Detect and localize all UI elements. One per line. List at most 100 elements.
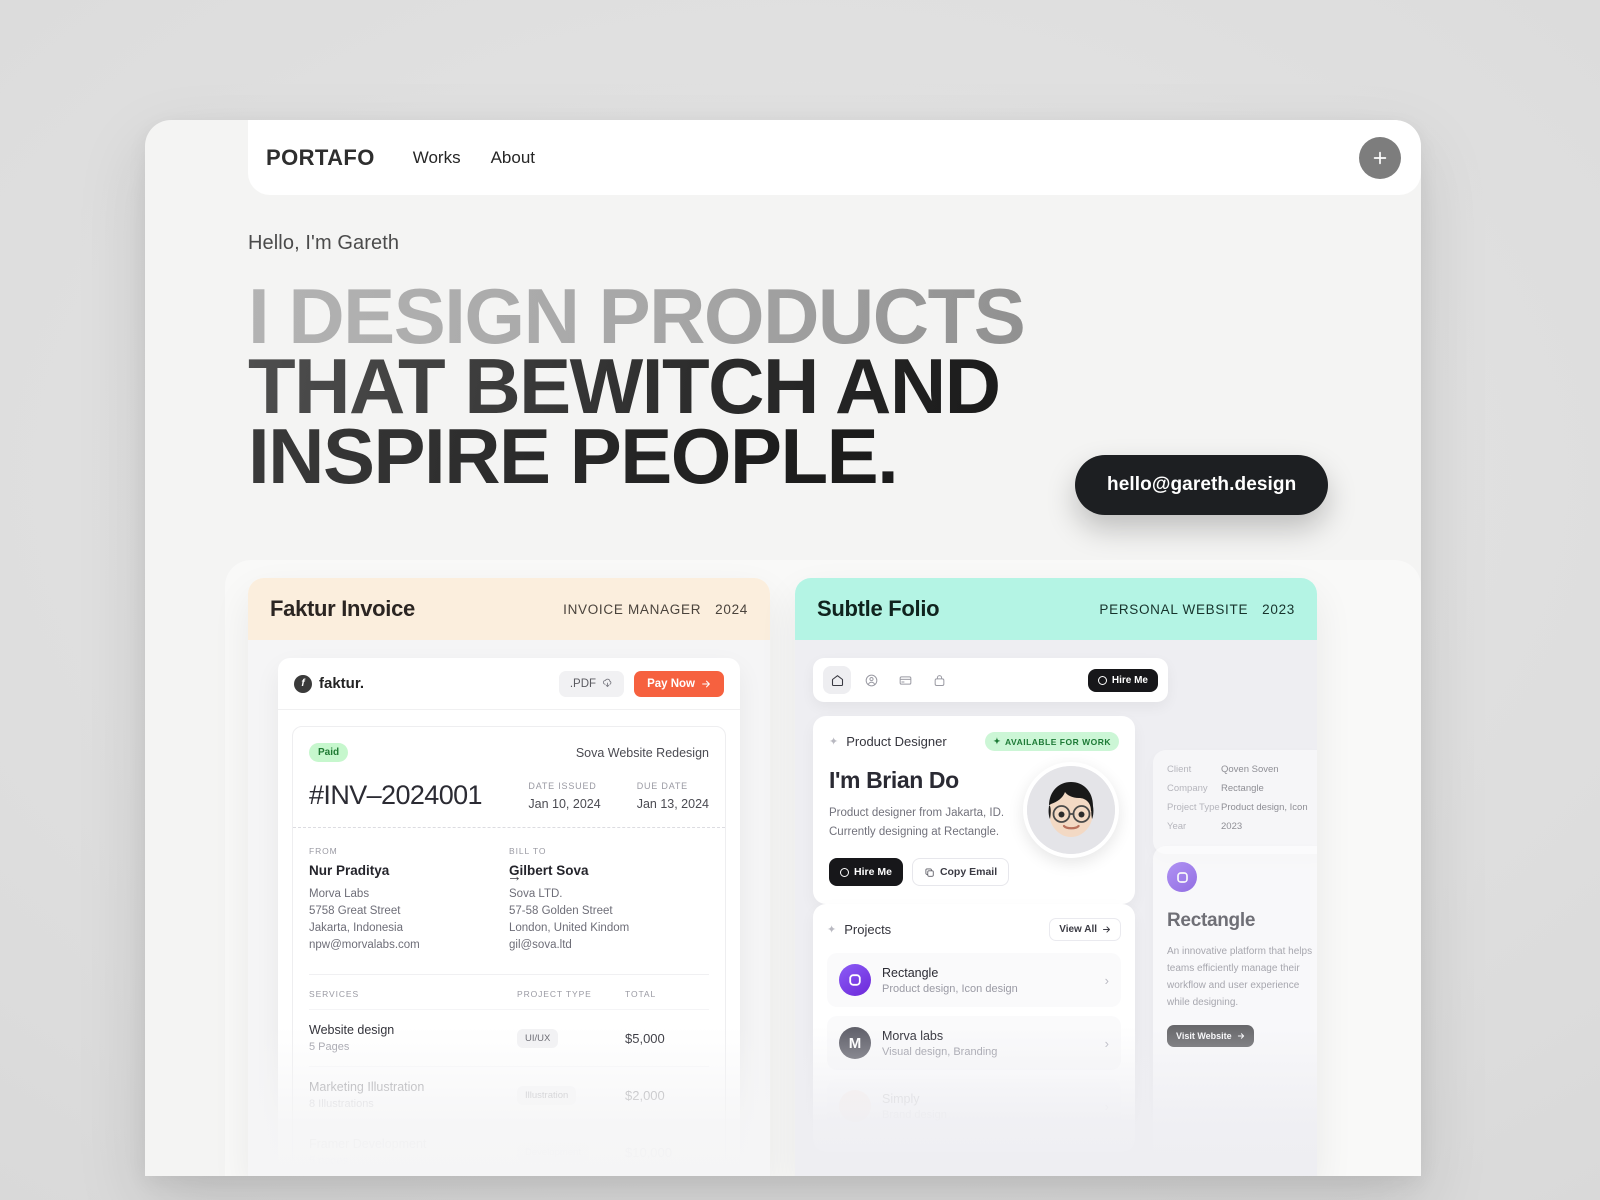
from-label: FROM xyxy=(309,846,338,856)
project-sub: Visual design, Branding xyxy=(882,1045,998,1058)
folio-hire-me-button[interactable]: Hire Me xyxy=(829,858,903,886)
invoice-dates: DATE ISSUED Jan 10, 2024 DUE DATE Jan 13… xyxy=(528,781,709,811)
services-table-header: SERVICES PROJECT TYPE TOTAL xyxy=(309,974,709,1009)
service-type-cell: UI/UX xyxy=(517,1028,625,1048)
list-item[interactable]: M Morva labs Visual design, Branding › xyxy=(827,1016,1121,1070)
view-all-button[interactable]: View All xyxy=(1049,918,1121,941)
folio-detail-meta-card: Client Qoven Soven Company Rectangle Pro… xyxy=(1153,750,1317,854)
meta-key: Company xyxy=(1167,783,1208,794)
export-pdf-button[interactable]: .PDF xyxy=(558,670,625,697)
meta-value: Rectangle xyxy=(1221,783,1264,794)
work-card-header: Faktur Invoice INVOICE MANAGER 2024 xyxy=(248,578,770,640)
work-card-category: PERSONAL WEBSITE xyxy=(1099,601,1249,617)
morva-logo-icon: M xyxy=(839,1027,871,1059)
add-button[interactable] xyxy=(1359,136,1401,179)
site-logo[interactable]: PORTAFO xyxy=(266,145,375,171)
from-line-1: Morva Labs xyxy=(309,888,370,900)
folio-app-mockup: Hire Me ✦ Product Designer ✦ AVAILABLE F… xyxy=(795,640,1317,1176)
table-row: Website design 5 Pages UI/UX $5,000 xyxy=(309,1009,709,1066)
meta-row: Client Qoven Soven xyxy=(1167,764,1315,775)
meta-key: Year xyxy=(1167,821,1187,832)
list-item[interactable]: Simply Brand design › xyxy=(827,1079,1121,1133)
service-sub: 8 Illustrations xyxy=(309,1098,374,1110)
list-item-text: Simply Brand design xyxy=(882,1092,947,1121)
from-line-4: npw@morvalabs.com xyxy=(309,939,420,951)
invoice-from-block: FROM Nur Praditya Morva Labs 5758 Great … xyxy=(309,846,509,954)
billto-line-4: gil@sova.ltd xyxy=(509,939,572,951)
chevron-right-icon: › xyxy=(1104,1098,1109,1114)
meta-key: Client xyxy=(1167,764,1192,775)
due-date-label: DUE DATE xyxy=(636,781,688,791)
folio-nav-profile[interactable] xyxy=(857,666,885,694)
simply-logo-icon xyxy=(839,1090,871,1122)
table-row: Framer Development 5 pages Development $… xyxy=(309,1123,709,1176)
folio-copy-email-button[interactable]: Copy Email xyxy=(911,858,1010,886)
app-window: PORTAFO Works About Hello, I'm Gareth I … xyxy=(145,120,1421,1176)
dot-icon xyxy=(1097,675,1107,685)
list-item[interactable]: Rectangle Product design, Icon design › xyxy=(827,953,1121,1007)
folio-projects-title: ✦ Projects xyxy=(827,922,891,937)
email-contact-button[interactable]: hello@gareth.design xyxy=(1075,455,1329,515)
billto-line-1: Sova LTD. xyxy=(509,888,563,900)
date-issued-value: Jan 10, 2024 xyxy=(528,797,601,811)
user-circle-icon xyxy=(865,674,877,686)
folio-profile-card: ✦ Product Designer ✦ AVAILABLE FOR WORK … xyxy=(813,716,1135,904)
invoice-number-row: #INV–2024001 DATE ISSUED Jan 10, 2024 DU… xyxy=(309,780,709,827)
top-navigation-bar: PORTAFO Works About xyxy=(248,120,1421,195)
plus-icon xyxy=(1373,151,1387,164)
billto-line-2: 57-58 Golden Street xyxy=(509,905,613,917)
rounded-square-icon xyxy=(1176,871,1188,883)
date-issued-label: DATE ISSUED xyxy=(528,781,597,791)
meta-value: Qoven Soven xyxy=(1221,764,1279,775)
service-type-cell: Development xyxy=(517,1142,625,1162)
work-card-preview: f faktur. .PDF Pay Now Paid Sova Website… xyxy=(248,640,770,1176)
export-pdf-label: .PDF xyxy=(569,677,597,690)
work-card-title: Faktur Invoice xyxy=(270,596,415,621)
service-cell: Framer Development 5 pages xyxy=(309,1137,517,1167)
service-total: $5,000 xyxy=(625,1030,665,1046)
rectangle-logo-icon xyxy=(1167,862,1197,892)
nav-link-about[interactable]: About xyxy=(491,148,535,168)
invoice-project-name: Sova Website Redesign xyxy=(575,745,709,760)
work-card-meta: PERSONAL WEBSITE 2023 xyxy=(1099,602,1295,617)
dot-icon xyxy=(840,867,849,877)
table-row: Marketing Illustration 8 Illustrations I… xyxy=(309,1066,709,1123)
chevron-right-icon: › xyxy=(1104,972,1109,988)
folio-hire-me-nav-button[interactable]: Hire Me xyxy=(1087,668,1158,692)
arrow-right-icon xyxy=(702,680,710,687)
sparkle-icon: ✦ xyxy=(827,924,837,936)
work-card-subtle-folio[interactable]: Subtle Folio PERSONAL WEBSITE 2023 Hire … xyxy=(795,578,1317,1176)
folio-nav-home[interactable] xyxy=(823,666,851,694)
service-type: Illustration xyxy=(517,1086,577,1105)
sparkle-icon: ✦ xyxy=(829,736,839,748)
arrow-right-icon xyxy=(1103,926,1110,933)
pay-now-button[interactable]: Pay Now xyxy=(634,670,724,697)
avatar xyxy=(1023,762,1119,858)
work-card-year: 2023 xyxy=(1262,601,1295,617)
folio-hire-me-nav-label: Hire Me xyxy=(1111,674,1148,686)
work-card-year: 2024 xyxy=(715,601,748,617)
folio-nav-work[interactable] xyxy=(891,666,919,694)
folio-projects-header: ✦ Projects View All xyxy=(827,918,1121,941)
rounded-square-icon xyxy=(849,974,861,986)
list-item-text: Rectangle Product design, Icon design xyxy=(882,966,1018,995)
date-issued-block: DATE ISSUED Jan 10, 2024 xyxy=(528,781,600,811)
view-all-label: View All xyxy=(1059,924,1097,935)
visit-website-label: Visit Website xyxy=(1176,1031,1232,1041)
billto-line-3: London, United Kindom xyxy=(509,922,630,934)
list-item-text: Morva labs Visual design, Branding xyxy=(882,1029,997,1058)
work-card-faktur-invoice[interactable]: Faktur Invoice INVOICE MANAGER 2024 f fa… xyxy=(248,578,770,1176)
home-icon xyxy=(831,674,843,686)
chevron-right-icon: › xyxy=(1104,1035,1109,1051)
due-date-value: Jan 13, 2024 xyxy=(636,797,709,811)
meta-value: 2023 xyxy=(1221,821,1243,832)
folio-nav-shop[interactable] xyxy=(925,666,953,694)
invoice-parties: FROM Nur Praditya Morva Labs 5758 Great … xyxy=(309,828,709,974)
meta-row: Project Type Product design, Icon xyxy=(1167,802,1315,813)
visit-website-button[interactable]: Visit Website xyxy=(1167,1025,1254,1047)
work-card-category: INVOICE MANAGER xyxy=(563,601,702,617)
folio-hire-me-label: Hire Me xyxy=(854,866,892,878)
invoice-sheet: Paid Sova Website Redesign #INV–2024001 … xyxy=(292,726,726,1176)
project-name: Morva labs xyxy=(882,1028,944,1043)
nav-link-works[interactable]: Works xyxy=(413,148,461,168)
